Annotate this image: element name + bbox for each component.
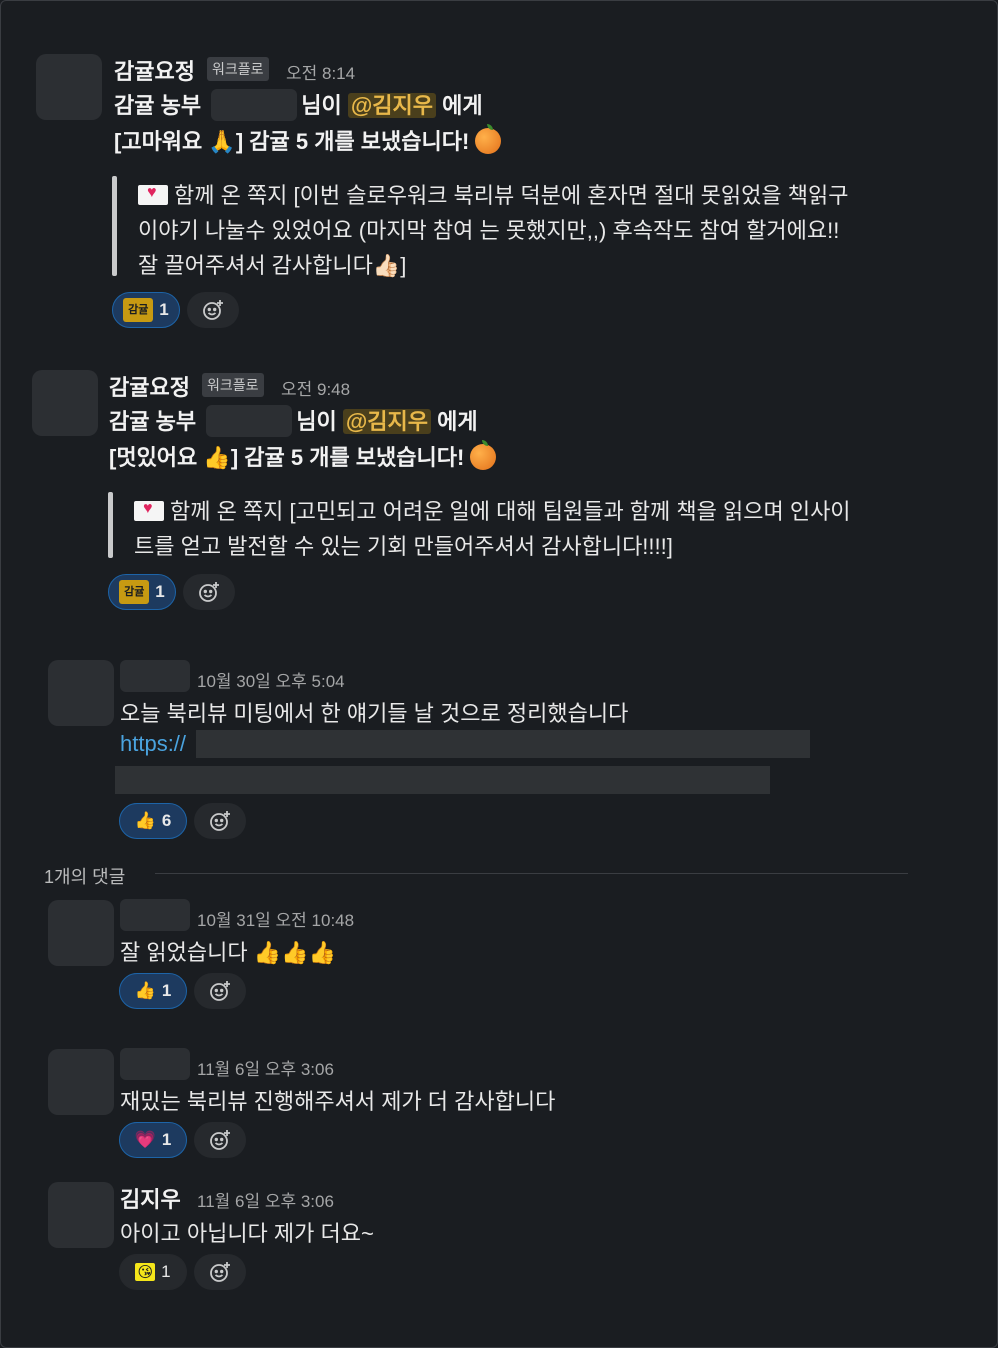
add-reaction-button[interactable]: [194, 803, 246, 839]
redacted-name: [206, 405, 293, 437]
quote-line: 트를 얻고 발전할 수 있는 기회 만들어주셔서 감사합니다!!!!]: [134, 534, 673, 559]
redacted-url-continued: [115, 766, 770, 794]
heart-emoji-icon: 💗: [134, 1130, 156, 1150]
tangerine-emoji-icon: 감귤: [119, 580, 150, 604]
pray-emoji-icon: 🙏: [208, 130, 236, 155]
sender-name[interactable]: 김지우: [120, 1182, 181, 1214]
gift-summary: ] 감귤 5 개를 보냈습니다!: [230, 445, 465, 470]
message-line: [고마워요 🙏] 감귤 5 개를 보냈습니다!: [114, 124, 502, 156]
reaction-count: 1: [161, 1262, 171, 1281]
gift-reason: [멋있어요: [109, 445, 198, 470]
reply-count: 1개의 댓글: [44, 867, 126, 887]
quote-text: 함께 온 쪽지 [고민되고 어려운 일에 대해 팀원들과 함께 책을 읽으며 인…: [170, 499, 851, 524]
mention[interactable]: @김지우: [347, 93, 436, 118]
add-reaction-icon: [210, 1262, 230, 1282]
redacted-sender-name: [120, 1048, 190, 1080]
tangerine-icon: [475, 124, 502, 154]
add-reaction-icon: [210, 1130, 230, 1150]
avatar[interactable]: [48, 660, 114, 726]
reaction-tangerine[interactable]: 감귤 1: [112, 292, 180, 328]
avatar[interactable]: [48, 1182, 114, 1248]
gift-target-suffix: 에게: [442, 93, 483, 118]
avatar[interactable]: [36, 54, 102, 120]
thumbs-up-emoji-icon: 👍: [134, 981, 156, 1001]
gift-sender-label: 감귤 농부: [109, 409, 197, 434]
quote-bar: [108, 492, 113, 558]
gift-sender-suffix: 님이: [296, 409, 337, 434]
timestamp[interactable]: 오전 9:48: [281, 375, 350, 400]
thread-divider: [155, 873, 908, 874]
redacted-name: [211, 89, 298, 121]
timestamp[interactable]: 11월 6일 오후 3:06: [197, 1055, 334, 1080]
quote-line: 함께 온 쪽지 [이번 슬로우워크 북리뷰 덕분에 혼자면 절대 못읽었을 책읽…: [138, 178, 848, 210]
reaction-tangerine[interactable]: 감귤 1: [108, 574, 176, 610]
avatar[interactable]: [48, 900, 114, 966]
avatar[interactable]: [48, 1049, 114, 1115]
workflow-badge: 워크플로: [207, 57, 269, 81]
add-reaction-icon: [199, 582, 219, 602]
redacted-url: [196, 730, 810, 758]
quote-bar: [112, 176, 117, 276]
gift-target-suffix: 에게: [437, 409, 478, 434]
reply-text: 재밌는 북리뷰 진행해주셔서 제가 더 감사합니다: [120, 1089, 556, 1114]
message-line: 감귤 농부 님이 @김지우 에게: [114, 88, 483, 121]
thumbs-up-emoji-icon: 👍: [203, 446, 231, 471]
reaction-thumbs-up[interactable]: 👍 1: [119, 973, 187, 1009]
gift-sender-label: 감귤 농부: [114, 93, 202, 118]
gift-summary: ] 감귤 5 개를 보냈습니다!: [235, 129, 470, 154]
message-line: 감귤 농부 님이 @김지우 에게: [109, 404, 478, 437]
quote-line: 잘 끌어주셔서 감사합니다👍🏻]: [138, 253, 407, 278]
redacted-sender-name: [120, 899, 190, 931]
add-reaction-icon: [210, 981, 230, 1001]
reply-text: 아이고 아닙니다 제가 더요~: [120, 1221, 374, 1246]
reaction-count: 6: [161, 811, 172, 830]
timestamp[interactable]: 오전 8:14: [286, 59, 355, 84]
add-reaction-button[interactable]: [194, 973, 246, 1009]
reaction-count: 1: [159, 300, 169, 319]
add-reaction-button[interactable]: [194, 1122, 246, 1158]
tangerine-icon: [470, 440, 497, 470]
timestamp[interactable]: 10월 31일 오전 10:48: [197, 906, 354, 931]
timestamp[interactable]: 10월 30일 오후 5:04: [197, 667, 345, 692]
link[interactable]: https://: [120, 731, 186, 757]
workflow-badge: 워크플로: [202, 373, 264, 397]
add-reaction-button[interactable]: [183, 574, 235, 610]
add-reaction-button[interactable]: [187, 292, 239, 328]
tangerine-emoji-icon: 감귤: [123, 298, 154, 322]
sender-name[interactable]: 감귤요정: [114, 54, 195, 86]
gift-reason: [고마워요: [114, 129, 203, 154]
reply-text: 잘 읽었습니다 👍👍👍: [120, 940, 336, 965]
add-reaction-icon: [210, 811, 230, 831]
reaction-thumbs-up[interactable]: 👍 6: [119, 803, 187, 839]
mention[interactable]: @김지우: [342, 409, 431, 434]
reaction-count: 1: [161, 981, 172, 1000]
thumbs-up-emoji-icon: 👍: [134, 811, 156, 831]
love-letter-icon: [138, 184, 168, 205]
reaction-kiss[interactable]: 😘 1: [119, 1254, 187, 1290]
love-letter-icon: [134, 500, 164, 521]
quote-line: 이야기 나눌수 있었어요 (마지막 참여 는 못했지만,,) 후속작도 참여 할…: [138, 218, 840, 243]
kiss-emoji-icon: 😘: [135, 1263, 156, 1281]
redacted-sender-name: [120, 660, 190, 692]
add-reaction-button[interactable]: [194, 1254, 246, 1290]
quote-text: 함께 온 쪽지 [이번 슬로우워크 북리뷰 덕분에 혼자면 절대 못읽었을 책읽…: [174, 183, 849, 208]
add-reaction-icon: [203, 300, 223, 320]
reaction-count: 1: [161, 1130, 172, 1149]
gift-sender-suffix: 님이: [301, 93, 342, 118]
quote-line: 함께 온 쪽지 [고민되고 어려운 일에 대해 팀원들과 함께 책을 읽으며 인…: [134, 494, 851, 526]
message-line: [멋있어요 👍] 감귤 5 개를 보냈습니다!: [109, 440, 497, 472]
message-text: 오늘 북리뷰 미팅에서 한 얘기들 날 것으로 정리했습니다: [120, 701, 629, 726]
reaction-count: 1: [155, 582, 165, 601]
sender-name[interactable]: 감귤요정: [109, 370, 190, 402]
timestamp[interactable]: 11월 6일 오후 3:06: [197, 1187, 334, 1212]
reaction-heart[interactable]: 💗 1: [119, 1122, 187, 1158]
avatar[interactable]: [32, 370, 98, 436]
